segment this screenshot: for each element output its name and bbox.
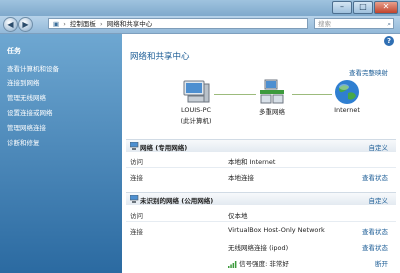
row-label-access: 访问 [130,212,143,220]
row-value-access: 本地和 Internet [228,158,276,166]
network-icon [130,195,139,203]
network-icon [130,142,139,150]
sidebar-heading: 任务 [7,47,21,55]
section-header-private: 网络 (专用网络) 自定义 [126,139,396,152]
back-button[interactable]: ◀ [3,17,18,32]
row-label-access: 访问 [130,158,143,166]
customize-link-public[interactable]: 自定义 [369,195,389,205]
help-icon[interactable]: ? [384,36,394,46]
main-content: ? 网络和共享中心 查看完整映射 LOUIS-PC (此计算机) 多重网络 In… [122,34,400,273]
minimize-button[interactable]: – [332,1,352,14]
search-icon[interactable]: ⌕ [387,19,391,29]
disconnect-link[interactable]: 断开 [375,258,388,268]
close-button[interactable]: ✕ [374,1,398,14]
multiple-networks-icon [260,79,284,104]
row-label-connection: 连接 [130,174,143,182]
customize-link-private[interactable]: 自定义 [369,142,389,152]
signal-strength-icon [228,261,237,268]
internet-globe-icon [335,80,359,104]
row-value-connection: 本地连接 [228,174,254,182]
view-status-link[interactable]: 查看状态 [362,226,388,236]
section-title-public: 未识别的网络 (公用网络) [140,197,214,205]
network-label: 多重网络 [259,108,285,116]
page-title: 网络和共享中心 [130,52,190,62]
row-divider [126,167,396,168]
signal-strength-label: 信号强度: 非常好 [239,260,289,268]
chevron-right-icon: › [100,20,103,28]
link-line [214,94,256,95]
window-titlebar: – □ ✕ [0,0,400,16]
row-value-signal: 信号强度: 非常好 [228,258,289,268]
chevron-right-icon: › [63,20,66,28]
maximize-button[interactable]: □ [353,1,373,14]
row-value-wireless: 无线网络连接 (ipod) [228,244,289,252]
row-divider [126,221,396,222]
sidebar-item-diagnose[interactable]: 诊断和修复 [7,137,40,147]
breadcrumb-network-center[interactable]: 网络和共享中心 [107,20,153,28]
view-status-link[interactable]: 查看状态 [362,242,388,252]
sidebar-item-manage-wireless[interactable]: 管理无线网络 [7,92,46,102]
search-input[interactable]: 搜索 ⌕ [314,18,394,29]
window-controls: – □ ✕ [332,1,398,14]
forward-button[interactable]: ▶ [18,17,33,32]
view-status-link[interactable]: 查看状态 [362,172,388,182]
row-value-access: 仅本地 [228,212,248,220]
network-map: LOUIS-PC (此计算机) 多重网络 Internet [122,76,400,136]
section-header-public: 未识别的网络 (公用网络) 自定义 [126,192,396,205]
breadcrumb-control-panel[interactable]: 控制面板 [70,20,96,28]
search-placeholder: 搜索 [318,20,331,28]
link-line [292,94,332,95]
address-root-icon: ▣ [53,20,60,28]
computer-name-label: LOUIS-PC [180,106,212,114]
computer-sub-label: (此计算机) [180,117,212,125]
section-title-private: 网络 (专用网络) [140,144,188,152]
navigation-bar: ◀ ▶ ▣ › 控制面板 › 网络和共享中心 搜索 ⌕ [0,16,400,34]
sidebar-item-connect-network[interactable]: 连接到网络 [7,77,40,87]
sidebar-item-setup-connection[interactable]: 设置连接或网络 [7,107,53,117]
computer-icon [183,80,210,103]
row-value-virtualbox: VirtualBox Host-Only Network [228,226,325,234]
sidebar-item-view-computers[interactable]: 查看计算机和设备 [7,63,59,73]
task-sidebar: 任务 查看计算机和设备 连接到网络 管理无线网络 设置连接或网络 管理网络连接 … [0,34,122,273]
address-bar[interactable]: ▣ › 控制面板 › 网络和共享中心 [48,18,308,29]
row-label-connection: 连接 [130,228,143,236]
internet-label: Internet [334,106,360,114]
sidebar-item-manage-connections[interactable]: 管理网络连接 [7,122,46,132]
